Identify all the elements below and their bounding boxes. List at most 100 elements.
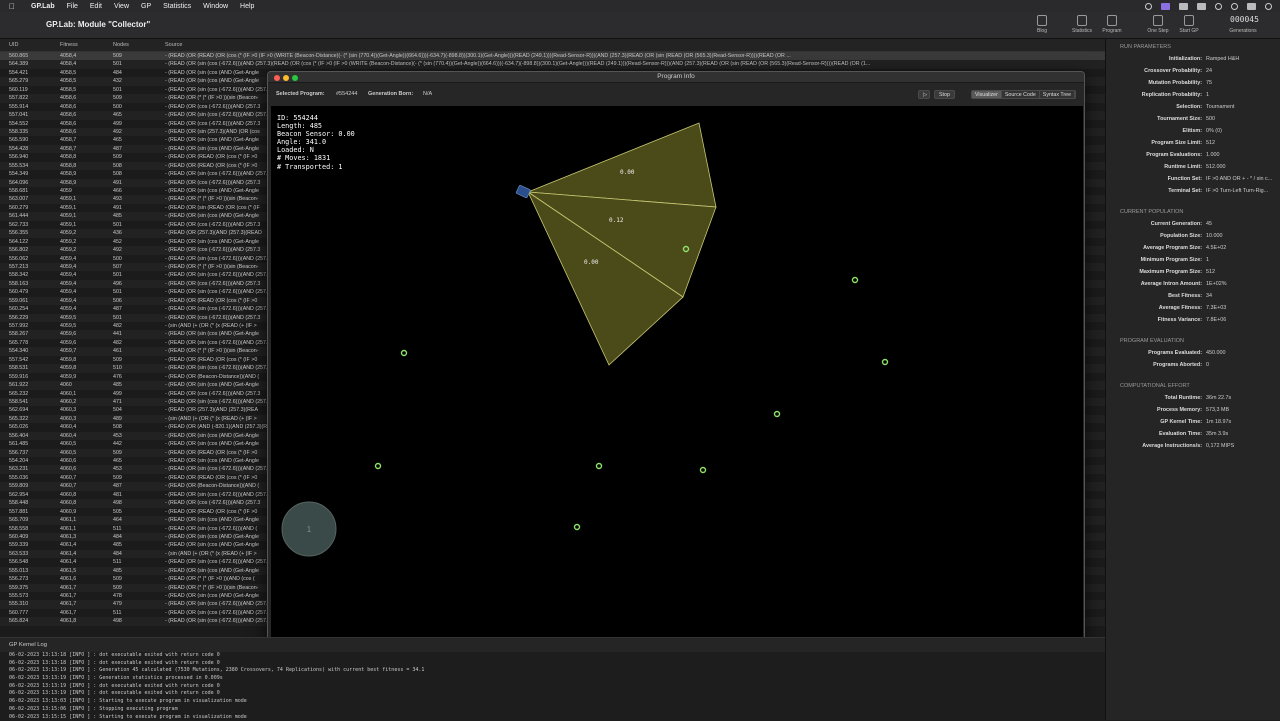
log-line: 06-02-2023 13:13:19 [INFO ] : Generation… [0, 675, 1105, 683]
table-row[interactable]: 560.8654058,4509- (READ (OR (READ (OR (c… [0, 52, 1105, 60]
menu-window[interactable]: Window [203, 3, 228, 10]
column-fitness[interactable]: Fitness [60, 42, 78, 48]
row-nodes: 511 [113, 525, 121, 533]
generations-counter: 000045Generations [1226, 15, 1260, 34]
menu-bar:  GP.Lab File Edit View GP Statistics Wi… [0, 0, 1280, 12]
stat-value: 34 [1206, 293, 1212, 299]
row-fitness: 4058,6 [60, 94, 76, 102]
program-info-titlebar: Program Info [268, 72, 1084, 83]
search-icon[interactable] [1231, 3, 1238, 10]
blog-button[interactable]: Blog [1026, 15, 1058, 34]
status-app-icon[interactable] [1161, 3, 1170, 10]
visualizer-canvas[interactable]: 0.00 0.12 0.00 1 ID: 554244 Length: 485 … [271, 106, 1083, 649]
stat-row: Average Fitness:7.3E+03 [1106, 302, 1280, 314]
statistics-button[interactable]: Statistics [1066, 15, 1098, 34]
program-button[interactable]: Program [1096, 15, 1128, 34]
row-fitness: 4059,7 [60, 347, 76, 355]
row-fitness: 4060,3 [60, 406, 76, 414]
row-source: - (READ (OR (sin (cos (-672.6)))(AND (25… [165, 305, 267, 313]
row-fitness: 4059 [60, 187, 72, 195]
row-uid: 555.036 [9, 474, 28, 482]
row-fitness: 4059,8 [60, 356, 76, 364]
beacon [853, 278, 858, 283]
column-nodes[interactable]: Nodes [113, 42, 129, 48]
status-circle-icon[interactable] [1145, 3, 1152, 10]
menu-statistics[interactable]: Statistics [163, 3, 191, 10]
menu-view[interactable]: View [114, 3, 129, 10]
stat-row: Programs Aborted:0 [1106, 359, 1280, 371]
stat-value: 1 [1206, 92, 1209, 98]
table-row[interactable]: 564.3894058,4501- (READ (OR (sin (cos (-… [0, 60, 1105, 68]
row-fitness: 4061,5 [60, 567, 76, 575]
row-fitness: 4058,8 [60, 153, 76, 161]
row-uid: 558.558 [9, 525, 28, 533]
row-source: - (READ (OR (READ (OR (cos (* (IF >0 [165, 356, 257, 364]
battery-icon[interactable] [1197, 3, 1206, 10]
menu-edit[interactable]: Edit [90, 3, 102, 10]
stat-row: Terminal Set:IF >0 Turn-Left Turn-Rig... [1106, 185, 1280, 197]
play-button[interactable]: ▷ [918, 90, 930, 99]
kernel-log-title: GP Kernel Log [0, 638, 1105, 652]
start-gp-button[interactable]: Start GP [1173, 15, 1205, 34]
menu-gp[interactable]: GP [141, 3, 151, 10]
section-computational-effort: COMPUTATIONAL EFFORT [1106, 381, 1280, 392]
row-nodes: 509 [113, 52, 122, 60]
row-nodes: 471 [113, 398, 122, 406]
row-source: - (READ (OR (cos (-672.6)))(AND (257.3 [165, 280, 260, 288]
chart-icon [1077, 15, 1087, 26]
stat-key: Replication Probability: [1142, 92, 1202, 98]
tab-syntax-tree[interactable]: Syntax Tree [1040, 91, 1075, 98]
stat-key: Process Memory: [1157, 407, 1202, 413]
stat-key: Selection: [1176, 104, 1202, 110]
stat-row: Minimum Program Size:1 [1106, 254, 1280, 266]
row-nodes: 492 [113, 128, 122, 136]
stat-row: Evaluation Time:35m 3.9s [1106, 428, 1280, 440]
row-source: - (READ (OR (sin (READ (OR (cos (* (IF [165, 204, 260, 212]
menu-file[interactable]: File [67, 3, 78, 10]
row-nodes: 509 [113, 153, 122, 161]
apple-icon[interactable]:  [7, 2, 17, 11]
section-run-parameters: RUN PARAMETERS [1106, 42, 1280, 53]
stat-row: Selection:Tournament [1106, 101, 1280, 113]
one-step-button[interactable]: One Step [1142, 15, 1174, 34]
siri-icon[interactable] [1265, 3, 1272, 10]
row-nodes: 511 [113, 558, 121, 566]
stat-row: Initialization:Ramped H&H [1106, 53, 1280, 65]
row-nodes: 481 [113, 491, 122, 499]
log-line: 06-02-2023 13:13:18 [INFO ] : dot execut… [0, 652, 1105, 660]
row-source: - (READ (OR (sin (cos (-672.6)))(AND (25… [165, 339, 267, 347]
wifi-icon[interactable] [1215, 3, 1222, 10]
column-source[interactable]: Source [165, 42, 182, 48]
stat-row: Average Program Size:4.5E+02 [1106, 242, 1280, 254]
statistics-label: Statistics [1072, 28, 1092, 34]
menu-help[interactable]: Help [240, 3, 254, 10]
row-source: - (READ (OR (READ (OR (cos (* (IF >0 (IF… [165, 52, 791, 60]
row-uid: 565.279 [9, 77, 28, 85]
stat-key: Evaluation Time: [1159, 431, 1202, 437]
control-center-icon[interactable] [1247, 3, 1256, 10]
row-uid: 555.534 [9, 162, 28, 170]
row-fitness: 4059,9 [60, 373, 76, 381]
row-source: - (READ (OR (sin (cos (-672.6)))(AND (25… [165, 491, 267, 499]
row-fitness: 4060,9 [60, 508, 76, 516]
row-uid: 556.229 [9, 314, 28, 322]
tab-source-code[interactable]: Source Code [1002, 91, 1040, 98]
row-source: - (READ (OR (sin (cos (-672.6)))(AND (25… [165, 398, 267, 406]
row-fitness: 4060,8 [60, 499, 76, 507]
row-source: - (READ (OR (sin (cos (-672.6)))(AND (25… [165, 111, 267, 119]
stop-button[interactable]: Stop [934, 90, 955, 99]
row-uid: 556.940 [9, 153, 28, 161]
stat-key: Elitism: [1183, 128, 1202, 134]
stat-key: Fitness Variance: [1158, 317, 1202, 323]
row-fitness: 4059,2 [60, 238, 76, 246]
stat-row: Process Memory:573,3 MB [1106, 404, 1280, 416]
screen-icon[interactable] [1179, 3, 1188, 10]
row-nodes: 493 [113, 195, 122, 203]
stat-value: 7.8E+06 [1206, 317, 1226, 323]
row-nodes: 501 [113, 271, 122, 279]
tab-visualizer[interactable]: Visualizer [972, 91, 1002, 98]
menu-app-name[interactable]: GP.Lab [31, 3, 55, 10]
column-uid[interactable]: UID [9, 42, 18, 48]
row-fitness: 4059,4 [60, 255, 76, 263]
row-fitness: 4060,1 [60, 390, 76, 398]
